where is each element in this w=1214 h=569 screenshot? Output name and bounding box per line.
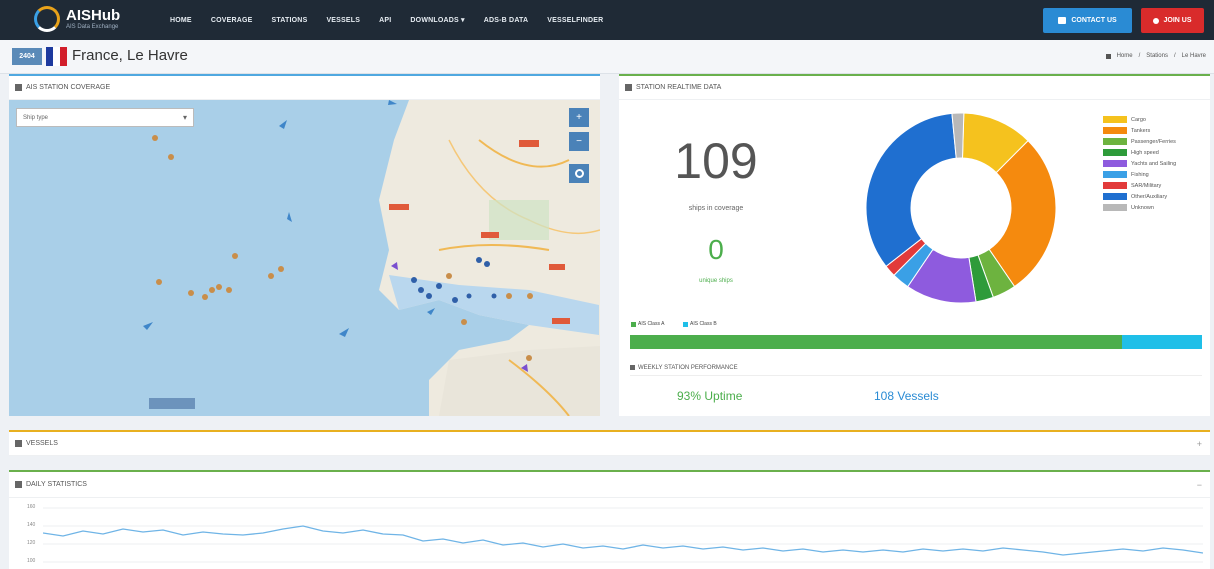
ships-in-coverage-label: ships in coverage: [688, 205, 744, 212]
legend-item: Yachts and Sailing: [1103, 158, 1176, 169]
menu-downloads[interactable]: DOWNLOADS ▾: [410, 16, 464, 24]
coverage-map[interactable]: Ship type + −: [9, 100, 600, 416]
coverage-title: AIS STATION COVERAGE: [26, 84, 111, 91]
ais-class-progress-bar: [630, 335, 1202, 349]
weekly-performance-header: WEEKLY STATION PERFORMANCE: [630, 360, 1202, 376]
class-b-legend: AIS Class B: [683, 321, 717, 327]
realtime-title: STATION REALTIME DATA: [636, 84, 722, 91]
breadcrumb: Home / Stations / Le Havre: [1105, 53, 1206, 59]
breadcrumb-stations[interactable]: Stations: [1146, 53, 1168, 59]
y-tick: 160: [27, 504, 36, 510]
globe-icon: [574, 169, 584, 178]
vessels-panel: VESSELS +: [9, 430, 1210, 456]
envelope-icon: [1058, 17, 1067, 24]
breadcrumb-separator: /: [1138, 53, 1141, 59]
page-title: France, Le Havre: [72, 47, 188, 64]
legend-label: High speed: [1131, 149, 1159, 156]
daily-statistics-line-chart: [43, 507, 1203, 563]
legend-item: Other/Auxiliary: [1103, 191, 1176, 202]
daily-statistics-series-line: [43, 525, 1203, 556]
legend-item: Tankers: [1103, 125, 1176, 136]
bar-chart-icon: [15, 481, 22, 488]
class-b-label: AIS Class B: [690, 321, 717, 327]
legend-label: Tankers: [1131, 127, 1151, 134]
map-layers-button[interactable]: [569, 164, 589, 183]
legend-label: Fishing: [1131, 171, 1149, 178]
legend-label: Other/Auxiliary: [1131, 193, 1168, 200]
coverage-panel: AIS STATION COVERAGE Ship type ▾ + −: [9, 74, 600, 416]
menu-vesselfinder[interactable]: VESSELFINDER: [547, 17, 603, 24]
menu-vessels[interactable]: VESSELS: [326, 17, 360, 24]
menu-coverage[interactable]: COVERAGE: [211, 17, 253, 24]
unique-ships-count: 0: [708, 234, 724, 265]
weekly-vessels-link[interactable]: 108 Vessels: [874, 389, 939, 403]
legend-item: Passenger/Ferries: [1103, 136, 1176, 147]
brand-name: AISHub: [66, 6, 121, 24]
menu-stations[interactable]: STATIONS: [271, 17, 307, 24]
daily-statistics-panel: DAILY STATISTICS − 160 140 120 100: [9, 470, 1210, 569]
contact-us-label: CONTACT US: [1071, 17, 1117, 24]
join-us-label: JOIN US: [1163, 17, 1192, 24]
daily-statistics-header: DAILY STATISTICS −: [9, 472, 1210, 498]
vessels-title: VESSELS: [26, 440, 58, 447]
expand-plus-icon[interactable]: +: [1197, 439, 1202, 449]
y-tick: 120: [27, 540, 36, 546]
user-plus-icon: [1153, 17, 1160, 24]
vessels-panel-header[interactable]: VESSELS +: [9, 432, 1210, 456]
legend-label: Passenger/Ferries: [1131, 138, 1176, 145]
zoom-in-button[interactable]: +: [569, 108, 589, 127]
donut-slice-other-auxiliary: [865, 112, 957, 268]
station-id-badge: 2404: [12, 48, 42, 65]
legend-label: Cargo: [1131, 116, 1146, 123]
legend-item: Unknown: [1103, 202, 1176, 213]
legend-item: SAR/Military: [1103, 180, 1176, 191]
coverage-panel-header: AIS STATION COVERAGE: [9, 76, 600, 100]
legend-item: High speed: [1103, 147, 1176, 158]
ship-icon: [15, 440, 22, 447]
class-a-progress-fill: [630, 335, 1122, 349]
ship-type-select[interactable]: Ship type: [16, 108, 194, 127]
uptime-value: 93% Uptime: [677, 389, 743, 403]
class-a-legend: AIS Class A: [631, 321, 664, 327]
contact-us-button[interactable]: CONTACT US: [1043, 8, 1132, 33]
breadcrumb-current: Le Havre: [1181, 53, 1206, 59]
collapse-minus-icon[interactable]: −: [1197, 480, 1202, 490]
chart-icon: [630, 365, 635, 370]
ship-type-donut-chart: [865, 112, 1057, 304]
heartbeat-icon: [625, 84, 632, 91]
signal-icon: [15, 84, 22, 91]
legend-item: Fishing: [1103, 169, 1176, 180]
ships-in-coverage-count: 109: [674, 133, 758, 189]
class-a-label: AIS Class A: [638, 321, 665, 327]
legend-label: Unknown: [1131, 204, 1154, 211]
brand-logo[interactable]: AISHub AIS Data Exchange: [34, 6, 120, 32]
main-menu: HOME COVERAGE STATIONS VESSELS API DOWNL…: [170, 0, 622, 40]
france-flag-icon: [46, 47, 67, 66]
menu-home[interactable]: HOME: [170, 17, 192, 24]
menu-adsb-data[interactable]: ADS-B DATA: [484, 17, 529, 24]
aishub-logo-icon: [34, 6, 60, 32]
legend-item: Cargo: [1103, 114, 1176, 125]
top-navbar: AISHub AIS Data Exchange HOME COVERAGE S…: [0, 0, 1214, 40]
weekly-performance-title: WEEKLY STATION PERFORMANCE: [638, 364, 738, 371]
menu-api[interactable]: API: [379, 17, 391, 24]
ship-type-legend: Cargo Tankers Passenger/Ferries High spe…: [1103, 114, 1176, 213]
breadcrumb-separator: /: [1173, 53, 1176, 59]
realtime-panel: STATION REALTIME DATA 109 ships in cover…: [619, 74, 1210, 416]
legend-label: Yachts and Sailing: [1131, 160, 1177, 167]
map-canvas[interactable]: [9, 100, 600, 416]
breadcrumb-home[interactable]: Home: [1117, 53, 1133, 59]
y-tick: 100: [27, 558, 36, 564]
unique-ships-label: unique ships: [699, 278, 733, 284]
brand-subtitle: AIS Data Exchange: [66, 23, 119, 30]
daily-statistics-title: DAILY STATISTICS: [26, 481, 87, 488]
legend-label: SAR/Military: [1131, 182, 1162, 189]
home-icon: [1105, 54, 1111, 59]
zoom-out-button[interactable]: −: [569, 132, 589, 151]
y-tick: 140: [27, 522, 36, 528]
realtime-panel-header: STATION REALTIME DATA: [619, 76, 1210, 100]
join-us-button[interactable]: JOIN US: [1141, 8, 1204, 33]
